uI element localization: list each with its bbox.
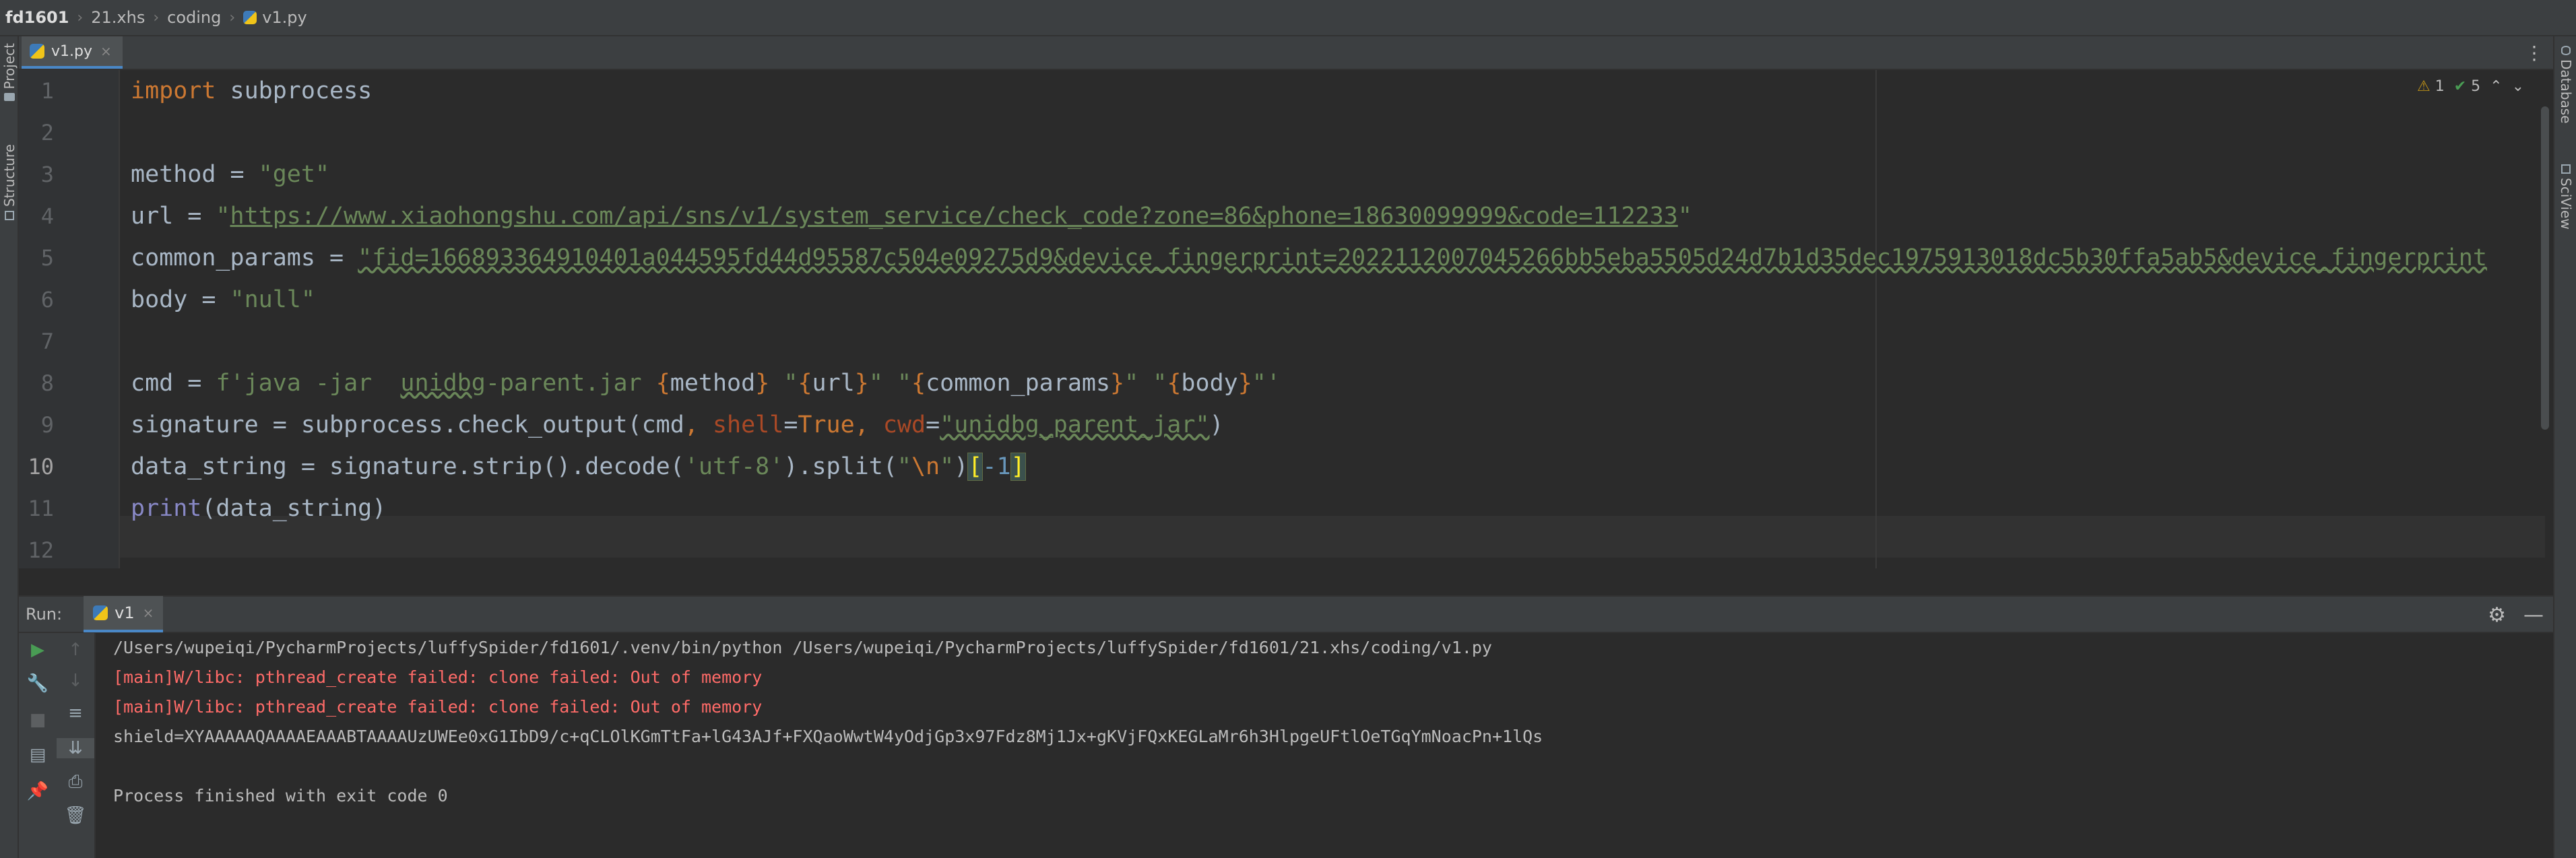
- tab-v1-py[interactable]: v1.py ×: [22, 36, 123, 69]
- breadcrumb-item-file[interactable]: v1.py: [243, 8, 307, 27]
- line-number: 2: [40, 120, 54, 145]
- code-line-4: url = "https://www.xiaohongshu.com/api/s…: [131, 203, 1692, 230]
- line-number: 3: [40, 162, 54, 187]
- left-tool-strip: Project Structure: [0, 36, 19, 858]
- close-icon[interactable]: ×: [100, 43, 112, 59]
- line-number: 9: [40, 412, 54, 438]
- database-tool-button[interactable]: Database: [2554, 46, 2576, 123]
- gear-icon[interactable]: ⚙: [2488, 603, 2506, 627]
- editor-tab-bar: v1.py × ⋮: [19, 36, 2553, 70]
- wrench-icon[interactable]: 🔧: [19, 673, 57, 694]
- line-number-gutter: 1 2 3 4 5 6 7 8 9 10 11 12: [19, 70, 120, 568]
- sciview-icon: [2561, 164, 2571, 174]
- code-line-3: method = "get": [131, 161, 330, 188]
- console-line: shield=XYAAAAAQAAAAEAAABTAAAAUzUWEe0xG1I…: [113, 727, 1543, 746]
- weak-warning-indicator[interactable]: ✔ 5: [2454, 78, 2480, 95]
- run-console[interactable]: /Users/wupeiqi/PycharmProjects/luffySpid…: [96, 633, 2553, 858]
- tab-label: v1.py: [51, 42, 92, 60]
- code-editor[interactable]: 1 2 3 4 5 6 7 8 9 10 11 12 import subpro…: [19, 70, 2553, 568]
- line-number: 8: [40, 370, 54, 396]
- right-tool-strip: Database SciView: [2553, 36, 2576, 858]
- line-number: 12: [28, 537, 54, 563]
- sciview-tool-button[interactable]: SciView: [2554, 164, 2576, 230]
- stop-icon[interactable]: ■: [19, 710, 57, 730]
- run-tab-label: v1: [115, 603, 135, 622]
- print-icon[interactable]: ⎙: [57, 772, 94, 793]
- structure-tool-button[interactable]: Structure: [0, 144, 19, 221]
- console-toolbar: ↑ ↓ ≡ ⇊ ⎙ 🗑: [57, 633, 96, 858]
- code-area[interactable]: import subprocess method = "get" url = "…: [131, 70, 2519, 568]
- code-line-9: signature = subprocess.check_output(cmd,…: [131, 411, 1224, 438]
- structure-icon: [5, 211, 14, 221]
- code-line-5: common_params = "fid=166893364910401a044…: [131, 244, 2487, 271]
- code-line-8: cmd = f'java -jar unidbg-parent.jar {met…: [131, 370, 1281, 397]
- close-icon[interactable]: ×: [143, 605, 154, 621]
- layout-icon[interactable]: ▤: [19, 745, 57, 765]
- line-number: 11: [28, 496, 54, 521]
- run-panel-tools: ⚙ —: [2488, 603, 2544, 627]
- chevron-right-icon: ›: [77, 9, 84, 26]
- url-link[interactable]: https://www.xiaohongshu.com/api/sns/v1/s…: [230, 203, 1678, 230]
- warning-indicator[interactable]: ⚠ 1: [2417, 78, 2445, 95]
- chevron-right-icon: ›: [153, 9, 160, 26]
- breadcrumb: fd1601 › 21.xhs › coding › v1.py: [0, 0, 2576, 36]
- python-file-icon: [30, 44, 44, 59]
- python-file-icon: [93, 605, 108, 620]
- run-toolbar: ▶ 🔧 ■ ▤ 📌: [19, 633, 57, 858]
- more-vertical-icon[interactable]: ⋮: [2525, 42, 2544, 64]
- code-line-1: import subprocess: [131, 77, 373, 104]
- chevron-right-icon: ›: [229, 9, 236, 26]
- structure-tool-label: Structure: [1, 144, 18, 207]
- line-number-current: 10: [28, 454, 54, 480]
- code-line-11: print(data_string): [131, 495, 387, 522]
- project-tool-label: Project: [1, 43, 18, 90]
- minimize-icon[interactable]: —: [2523, 603, 2544, 627]
- breadcrumb-item-subfolder[interactable]: coding: [167, 8, 221, 27]
- vertical-scrollbar[interactable]: [2541, 106, 2549, 430]
- arrow-down-icon[interactable]: ↓: [57, 671, 94, 691]
- project-tool-button[interactable]: Project: [0, 43, 19, 102]
- scroll-to-end-icon[interactable]: ⇊: [57, 738, 94, 758]
- line-number: 1: [40, 78, 54, 104]
- python-file-icon: [243, 11, 257, 24]
- pin-icon[interactable]: 📌: [19, 781, 57, 801]
- database-icon: [2561, 46, 2571, 55]
- database-tool-label: Database: [2558, 59, 2574, 124]
- inspection-widget[interactable]: ⚠ 1 ✔ 5 ⌃ ⌄: [2417, 78, 2524, 95]
- line-number: 5: [40, 245, 54, 271]
- line-number: 4: [40, 203, 54, 229]
- soft-wrap-icon[interactable]: ≡: [57, 703, 94, 723]
- line-number: 6: [40, 287, 54, 312]
- warning-icon: ⚠: [2417, 78, 2430, 95]
- chevron-down-icon[interactable]: ⌄: [2512, 78, 2524, 95]
- chevron-up-icon[interactable]: ⌃: [2490, 78, 2502, 95]
- code-line-6: body = "null": [131, 286, 315, 313]
- run-panel-header: Run: v1 × ⚙ —: [19, 595, 2553, 633]
- console-line: Process finished with exit code 0: [113, 786, 448, 805]
- arrow-up-icon[interactable]: ↑: [57, 640, 94, 660]
- run-tab-v1[interactable]: v1 ×: [84, 596, 164, 632]
- run-panel-label: Run:: [26, 605, 63, 624]
- console-error-line: [main]W/libc: pthread_create failed: clo…: [113, 667, 763, 687]
- sciview-tool-label: SciView: [2558, 178, 2574, 230]
- line-number: 7: [40, 329, 54, 354]
- console-line: /Users/wupeiqi/PycharmProjects/luffySpid…: [113, 638, 1492, 657]
- console-error-line: [main]W/libc: pthread_create failed: clo…: [113, 697, 763, 717]
- code-line-10: data_string = signature.strip().decode('…: [131, 453, 1026, 481]
- trash-icon[interactable]: 🗑: [57, 805, 94, 826]
- rerun-icon[interactable]: ▶: [19, 640, 57, 660]
- check-icon: ✔: [2453, 78, 2467, 95]
- breadcrumb-item-folder[interactable]: 21.xhs: [91, 8, 145, 27]
- folder-icon: [4, 93, 15, 102]
- breadcrumb-item-project[interactable]: fd1601: [5, 8, 69, 27]
